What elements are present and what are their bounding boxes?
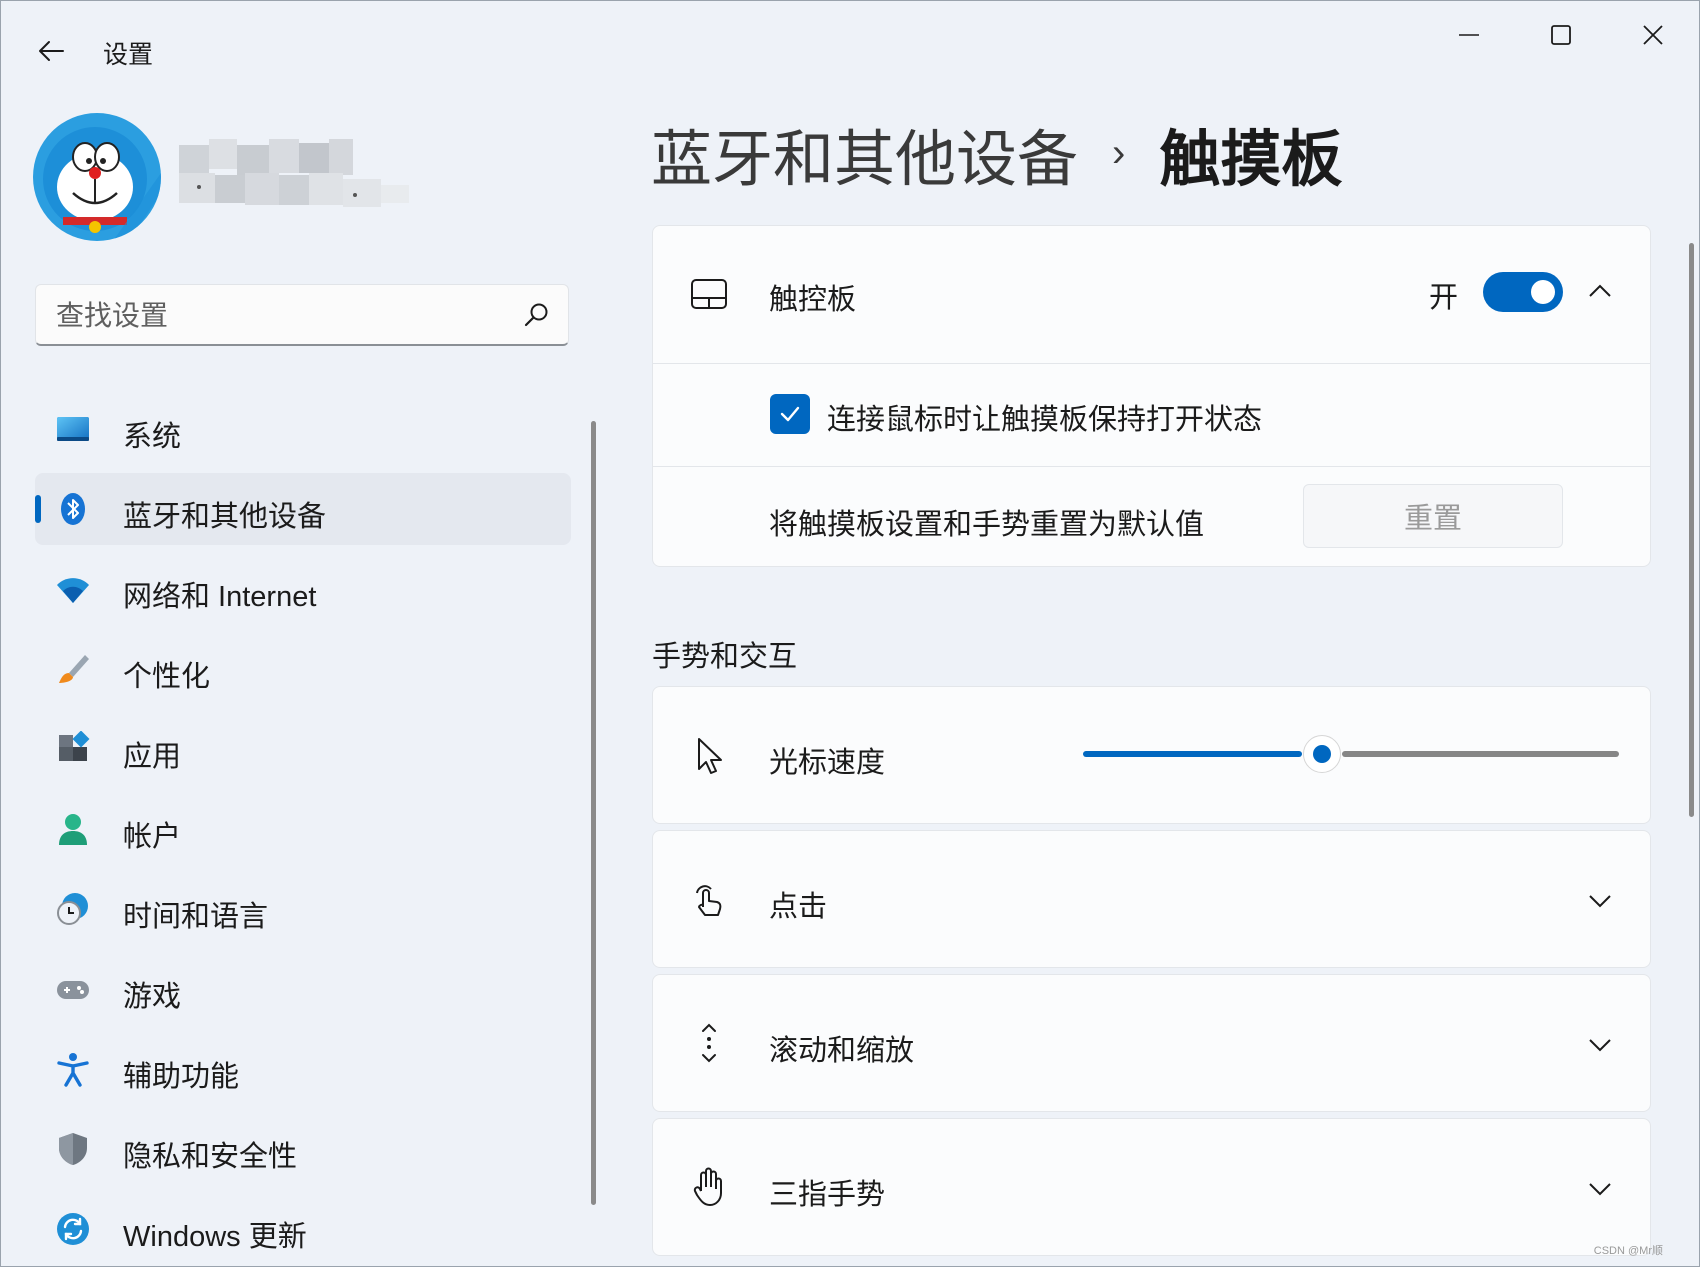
accessibility-icon bbox=[57, 1053, 89, 1087]
update-icon bbox=[57, 1213, 89, 1245]
avatar[interactable] bbox=[33, 113, 161, 241]
doraemon-avatar-icon bbox=[33, 113, 161, 241]
maximize-icon bbox=[1551, 25, 1571, 45]
sidebar-item-apps[interactable]: 应用 bbox=[35, 713, 571, 785]
three-finger-label: 三指手势 bbox=[769, 1179, 886, 1211]
chevron-down-icon[interactable] bbox=[1586, 1030, 1614, 1058]
reset-description: 将触摸板设置和手势重置为默认值 bbox=[769, 509, 1205, 541]
wifi-icon bbox=[57, 578, 89, 603]
account-icon bbox=[59, 814, 87, 845]
shield-icon bbox=[59, 1133, 87, 1165]
touchpad-card: 触控板 开 连接鼠标时让触摸板保持打开状态 将触摸板设置和手势重置为默认值 重置 bbox=[652, 225, 1651, 567]
title-bar: 设置 bbox=[1, 1, 1699, 101]
sidebar-scrollbar[interactable] bbox=[591, 421, 596, 1205]
settings-window: 设置 查找设置 系统 蓝牙和其他设备 网络和 Internet 个性化 应用 帐… bbox=[0, 0, 1700, 1267]
scroll-zoom-label: 滚动和缩放 bbox=[769, 1035, 915, 1067]
sidebar-item-label: 辅助功能 bbox=[123, 1061, 240, 1093]
sidebar-item-label: 时间和语言 bbox=[123, 901, 269, 933]
scroll-icon bbox=[702, 1023, 716, 1063]
divider bbox=[653, 466, 1650, 467]
chevron-up-icon[interactable] bbox=[1586, 278, 1614, 306]
tap-card[interactable]: 点击 bbox=[652, 830, 1651, 968]
three-finger-hand-icon bbox=[693, 1167, 722, 1206]
tap-label: 点击 bbox=[769, 891, 828, 923]
tap-hand-icon bbox=[696, 885, 722, 916]
touchpad-icon bbox=[691, 279, 727, 309]
search-box[interactable] bbox=[35, 284, 569, 346]
sidebar-item-label: 隐私和安全性 bbox=[123, 1141, 298, 1173]
sidebar-item-network[interactable]: 网络和 Internet bbox=[35, 553, 571, 625]
content-scrollbar[interactable] bbox=[1689, 243, 1694, 817]
apps-icon bbox=[59, 731, 90, 761]
sidebar-item-privacy[interactable]: 隐私和安全性 bbox=[35, 1113, 571, 1185]
sidebar-item-time-language[interactable]: 时间和语言 bbox=[35, 873, 571, 945]
breadcrumb-separator: › bbox=[1112, 130, 1126, 175]
page-title: 触摸板 bbox=[1159, 124, 1343, 193]
cursor-speed-slider[interactable] bbox=[1083, 733, 1619, 773]
app-title: 设置 bbox=[103, 41, 154, 69]
scroll-zoom-card[interactable]: 滚动和缩放 bbox=[652, 974, 1651, 1112]
slider-track-remaining bbox=[1342, 751, 1619, 757]
sidebar-item-label: 网络和 Internet bbox=[123, 581, 317, 613]
close-icon bbox=[1643, 25, 1663, 45]
toggle-state-label: 开 bbox=[1429, 282, 1459, 314]
touchpad-toggle[interactable] bbox=[1483, 272, 1563, 312]
sidebar-item-personalization[interactable]: 个性化 bbox=[35, 633, 571, 705]
chevron-down-icon[interactable] bbox=[1586, 886, 1614, 914]
sidebar-item-label: 游戏 bbox=[123, 981, 182, 1013]
three-finger-card[interactable]: 三指手势 bbox=[652, 1118, 1651, 1256]
cursor-speed-label: 光标速度 bbox=[769, 747, 886, 779]
back-button[interactable] bbox=[31, 31, 71, 71]
breadcrumb: 蓝牙和其他设备 › 触摸板 bbox=[651, 113, 1342, 193]
sidebar-item-label: 蓝牙和其他设备 bbox=[123, 501, 327, 533]
brush-icon bbox=[59, 655, 89, 683]
keep-on-checkbox[interactable] bbox=[770, 394, 810, 434]
divider bbox=[653, 363, 1650, 364]
maximize-button[interactable] bbox=[1526, 13, 1596, 57]
sidebar-item-gaming[interactable]: 游戏 bbox=[35, 953, 571, 1025]
search-icon[interactable] bbox=[522, 301, 550, 329]
sidebar-item-label: 个性化 bbox=[123, 661, 211, 693]
toggle-knob bbox=[1531, 280, 1555, 304]
back-arrow-icon bbox=[39, 41, 64, 61]
slider-thumb[interactable] bbox=[1303, 735, 1341, 773]
chevron-down-icon[interactable] bbox=[1586, 1174, 1614, 1202]
breadcrumb-parent[interactable]: 蓝牙和其他设备 bbox=[651, 109, 1078, 198]
sidebar-item-label: 系统 bbox=[123, 421, 182, 453]
search-input[interactable] bbox=[54, 295, 498, 337]
keep-on-label[interactable]: 连接鼠标时让触摸板保持打开状态 bbox=[827, 396, 1262, 438]
bluetooth-icon bbox=[61, 493, 85, 525]
sidebar-item-system[interactable]: 系统 bbox=[35, 393, 571, 465]
gamepad-icon bbox=[57, 981, 89, 999]
sidebar-item-accessibility[interactable]: 辅助功能 bbox=[35, 1033, 571, 1105]
time-language-icon bbox=[57, 893, 88, 925]
slider-track-filled bbox=[1083, 751, 1302, 757]
reset-button[interactable]: 重置 bbox=[1303, 484, 1563, 548]
username-redacted bbox=[179, 139, 419, 221]
sidebar-item-label: Windows 更新 bbox=[123, 1221, 307, 1253]
sidebar-item-accounts[interactable]: 帐户 bbox=[35, 793, 571, 865]
cursor-arrow-icon bbox=[698, 738, 722, 774]
sidebar-item-label: 帐户 bbox=[123, 821, 182, 853]
sidebar-item-label: 应用 bbox=[123, 741, 182, 773]
watermark: CSDN @Mr顺 bbox=[1593, 1245, 1663, 1257]
system-display-icon bbox=[57, 417, 89, 441]
minimize-button[interactable] bbox=[1434, 13, 1504, 57]
cursor-speed-card: 光标速度 bbox=[652, 686, 1651, 824]
touchpad-label: 触控板 bbox=[769, 284, 857, 316]
sidebar-item-bluetooth-devices[interactable]: 蓝牙和其他设备 bbox=[35, 473, 571, 545]
sidebar-nav: 系统 蓝牙和其他设备 网络和 Internet 个性化 应用 帐户 时间和语言 bbox=[35, 393, 571, 1266]
section-title: 手势和交互 bbox=[652, 641, 798, 673]
minimize-icon bbox=[1459, 34, 1479, 36]
sidebar-item-windows-update[interactable]: Windows 更新 bbox=[35, 1193, 571, 1265]
checkmark-icon bbox=[780, 406, 800, 422]
close-button[interactable] bbox=[1618, 13, 1688, 57]
